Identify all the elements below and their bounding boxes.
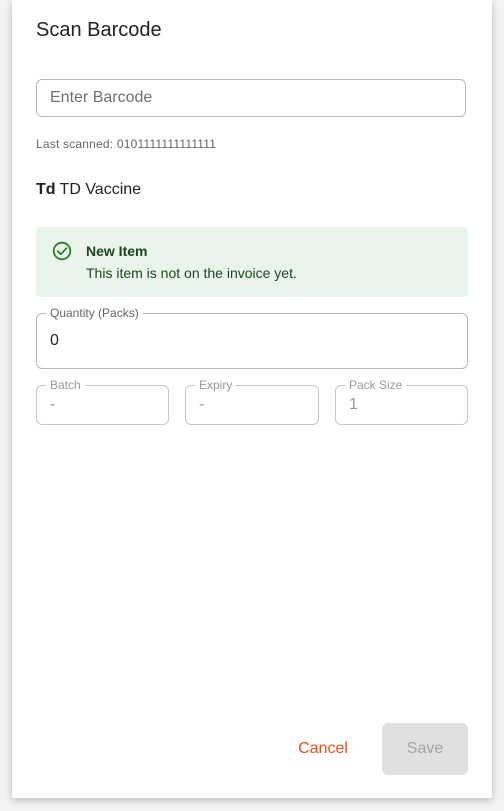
- batch-field: Batch -: [36, 378, 169, 425]
- item-code: Td: [36, 181, 56, 198]
- cancel-button[interactable]: Cancel: [284, 723, 362, 775]
- dialog-title: Scan Barcode: [36, 19, 162, 41]
- batch-value: -: [50, 396, 56, 413]
- pack-size-value: 1: [349, 396, 358, 413]
- barcode-input[interactable]: [36, 79, 466, 117]
- item-info: Td TD Vaccine: [36, 181, 141, 199]
- last-scanned-text: Last scanned: 0101111111111111: [36, 137, 217, 151]
- quantity-field[interactable]: Quantity (Packs) 0: [36, 306, 468, 369]
- pack-size-field: Pack Size 1: [335, 378, 468, 425]
- new-item-alert: New Item This item is not on the invoice…: [36, 227, 468, 297]
- expiry-field: Expiry -: [185, 378, 319, 425]
- quantity-label: Quantity (Packs): [46, 306, 143, 320]
- item-name: TD Vaccine: [59, 181, 142, 198]
- save-button[interactable]: Save: [382, 723, 468, 775]
- alert-title: New Item: [86, 243, 148, 259]
- pack-size-label: Pack Size: [345, 378, 407, 392]
- check-circle-icon: [52, 241, 72, 261]
- batch-label: Batch: [46, 378, 85, 392]
- expiry-value: -: [199, 396, 205, 413]
- expiry-label: Expiry: [195, 378, 237, 392]
- scan-barcode-dialog: Scan Barcode Last scanned: 0101111111111…: [12, 0, 492, 798]
- alert-message: This item is not on the invoice yet.: [86, 265, 297, 281]
- quantity-value[interactable]: 0: [50, 332, 59, 350]
